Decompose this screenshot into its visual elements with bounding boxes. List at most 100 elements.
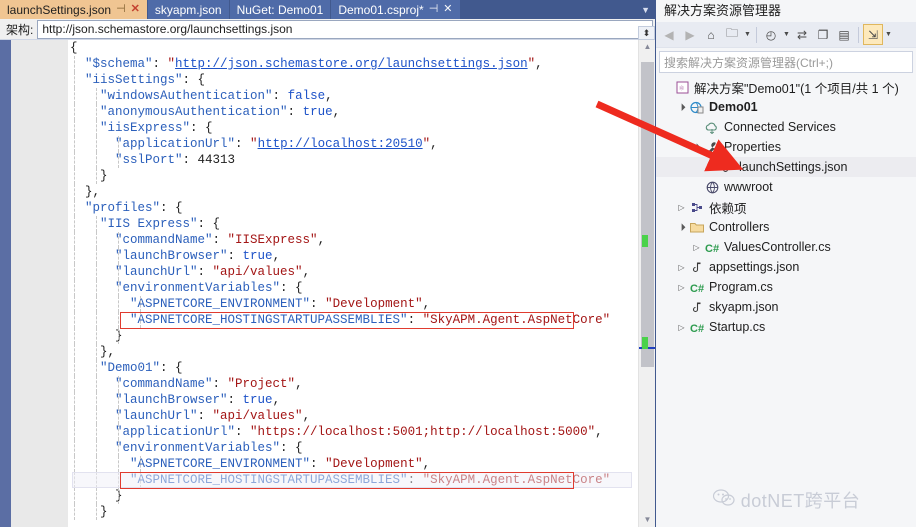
tree-item-6[interactable]: ▷ 依赖项 — [656, 197, 916, 217]
code-line[interactable]: 10 }, — [68, 184, 620, 200]
indicator-margin — [11, 40, 68, 527]
sync-with-editor-button[interactable]: ⇄ — [792, 24, 812, 45]
twisty-collapsed-icon[interactable]: ▷ — [675, 323, 688, 332]
code-line[interactable]: 2 "$schema": "http://json.schemastore.or… — [68, 56, 620, 72]
editor-edge-strip — [0, 40, 11, 527]
indent-guide — [118, 472, 119, 488]
solution-explorer-panel: 解决方案资源管理器 ◀ ▶ ⌂ 🗀 ▼ ◴ ▼ ⇄ ❐ ▤ ⇲ ▼ 搜索解决方案资源管理器(Ctrl+… — [655, 0, 916, 527]
chevron-down-icon[interactable]: ▼ — [782, 24, 791, 45]
code-line[interactable]: 28 "ASPNETCORE_HOSTINGSTARTUPASSEMBLIES"… — [68, 472, 620, 488]
pin-icon[interactable]: ⊣ — [429, 4, 439, 15]
code-line[interactable]: 19 } — [68, 328, 620, 344]
show-all-files-button[interactable]: ⇲ — [863, 24, 883, 45]
vertical-scrollbar[interactable]: ⬍ ▲ ▼ — [638, 26, 656, 527]
indent-guide — [74, 136, 75, 152]
code-line[interactable]: 23 "launchBrowser": true, — [68, 392, 620, 408]
tree-item-9[interactable]: ▷ appsettings.json — [656, 257, 916, 277]
collapse-all-button[interactable]: ❐ — [813, 24, 833, 45]
code-line[interactable]: 13 "commandName": "IISExpress", — [68, 232, 620, 248]
twisty-expanded-icon[interactable]: ◢ — [674, 100, 689, 115]
editor-tab-label: NuGet: Demo01 — [236, 2, 324, 17]
tree-item-2[interactable]: Connected Services — [656, 117, 916, 137]
code-line[interactable]: 12- "IIS Express": { — [68, 216, 620, 232]
twisty-collapsed-icon[interactable]: ▷ — [675, 263, 688, 272]
globe-icon — [703, 181, 721, 194]
pending-changes-button[interactable]: ◴ — [761, 24, 781, 45]
tree-item-10[interactable]: ▷ C# Program.cs — [656, 277, 916, 297]
tree-item-label: Properties — [724, 140, 781, 154]
chevron-down-icon[interactable]: ▼ — [636, 0, 655, 19]
solution-explorer-search[interactable]: 搜索解决方案资源管理器(Ctrl+;) — [659, 51, 913, 73]
indent-guide — [74, 344, 75, 360]
twisty-collapsed-icon[interactable]: ▷ — [675, 283, 688, 292]
code-line[interactable]: 17 "ASPNETCORE_ENVIRONMENT": "Developmen… — [68, 296, 620, 312]
code-line[interactable]: 7 "applicationUrl": "http://localhost:20… — [68, 136, 620, 152]
chevron-down-icon[interactable]: ▼ — [743, 24, 752, 45]
code-line[interactable]: 8 "sslPort": 44313 — [68, 152, 620, 168]
split-view-icon[interactable]: ⬍ — [638, 26, 655, 40]
indent-guide — [118, 424, 119, 440]
code-line[interactable]: 5 "anonymousAuthentication": true, — [68, 104, 620, 120]
close-icon[interactable]: ✕ — [443, 4, 452, 15]
home-button[interactable]: ⌂ — [701, 24, 721, 45]
tree-item-12[interactable]: ▷ C# Startup.cs — [656, 317, 916, 337]
twisty-collapsed-icon[interactable]: ▷ — [675, 203, 688, 212]
code-text-area[interactable]: 1-{2 "$schema": "http://json.schemastore… — [68, 40, 620, 527]
indent-guide — [74, 280, 75, 296]
code-line[interactable]: 27 "ASPNETCORE_ENVIRONMENT": "Developmen… — [68, 456, 620, 472]
twisty-expanded-icon[interactable]: ◢ — [674, 220, 689, 235]
code-line[interactable]: 3- "iisSettings": { — [68, 72, 620, 88]
code-line[interactable]: 18 "ASPNETCORE_HOSTINGSTARTUPASSEMBLIES"… — [68, 312, 620, 328]
triangle-up-icon[interactable]: ▲ — [639, 40, 656, 54]
tree-item-0[interactable]: ⚛ 解决方案"Demo01"(1 个项目/共 1 个) — [656, 77, 916, 97]
indent-guide — [96, 216, 97, 232]
indent-guide — [96, 440, 97, 456]
indent-guide — [74, 56, 75, 72]
tree-item-5[interactable]: wwwroot — [656, 177, 916, 197]
indent-guide — [74, 104, 75, 120]
tree-item-7[interactable]: ◢ Controllers — [656, 217, 916, 237]
scrollbar-thumb[interactable] — [641, 62, 654, 367]
code-line[interactable]: 29 } — [68, 488, 620, 504]
new-folder-button[interactable]: 🗀 — [722, 24, 742, 45]
code-line[interactable]: 26- "environmentVariables": { — [68, 440, 620, 456]
code-line-text: "iisSettings": { — [70, 73, 206, 87]
code-line[interactable]: 30 } — [68, 504, 620, 520]
twisty-expanded-icon[interactable]: ◢ — [689, 140, 704, 155]
indent-guide — [118, 392, 119, 408]
properties-button[interactable]: ▤ — [834, 24, 854, 45]
pin-icon[interactable]: ⊣ — [116, 4, 126, 15]
schema-combobox[interactable]: http://json.schemastore.org/launchsettin… — [37, 19, 653, 39]
indent-guide — [74, 248, 75, 264]
code-line[interactable]: 9 } — [68, 168, 620, 184]
code-line[interactable]: 20 }, — [68, 344, 620, 360]
tree-item-3[interactable]: ◢ Properties — [656, 137, 916, 157]
indent-guide — [96, 136, 97, 152]
close-icon[interactable]: ✕ — [131, 4, 140, 15]
tree-item-8[interactable]: ▷ C# ValuesController.cs — [656, 237, 916, 257]
code-line[interactable]: 4 "windowsAuthentication": false, — [68, 88, 620, 104]
triangle-down-icon[interactable]: ▼ — [639, 513, 656, 527]
code-line[interactable]: 15 "launchUrl": "api/values", — [68, 264, 620, 280]
code-line[interactable]: 25 "applicationUrl": "https://localhost:… — [68, 424, 620, 440]
editor-tab-2[interactable]: NuGet: Demo01 — [229, 0, 332, 19]
code-line[interactable]: 21- "Demo01": { — [68, 360, 620, 376]
code-line-text: "launchUrl": "api/values", — [70, 265, 311, 279]
chevron-down-icon[interactable]: ▼ — [884, 24, 893, 45]
code-line[interactable]: 22 "commandName": "Project", — [68, 376, 620, 392]
editor-tab-3[interactable]: Demo01.csproj* ⊣ ✕ — [331, 0, 461, 19]
code-line[interactable]: 16- "environmentVariables": { — [68, 280, 620, 296]
code-line[interactable]: 1-{ — [68, 40, 620, 56]
indent-guide — [74, 216, 75, 232]
twisty-collapsed-icon[interactable]: ▷ — [690, 243, 703, 252]
editor-tab-1[interactable]: skyapm.json — [147, 0, 230, 19]
tree-item-1[interactable]: ◢ Demo01 — [656, 97, 916, 117]
editor-tab-0[interactable]: launchSettings.json ⊣ ✕ — [0, 0, 148, 19]
code-line[interactable]: 24 "launchUrl": "api/values", — [68, 408, 620, 424]
code-line[interactable]: 14 "launchBrowser": true, — [68, 248, 620, 264]
indent-guide — [96, 152, 97, 168]
tree-item-11[interactable]: skyapm.json — [656, 297, 916, 317]
code-line[interactable]: 11- "profiles": { — [68, 200, 620, 216]
code-line[interactable]: 6- "iisExpress": { — [68, 120, 620, 136]
tree-item-4[interactable]: launchSettings.json — [656, 157, 916, 177]
